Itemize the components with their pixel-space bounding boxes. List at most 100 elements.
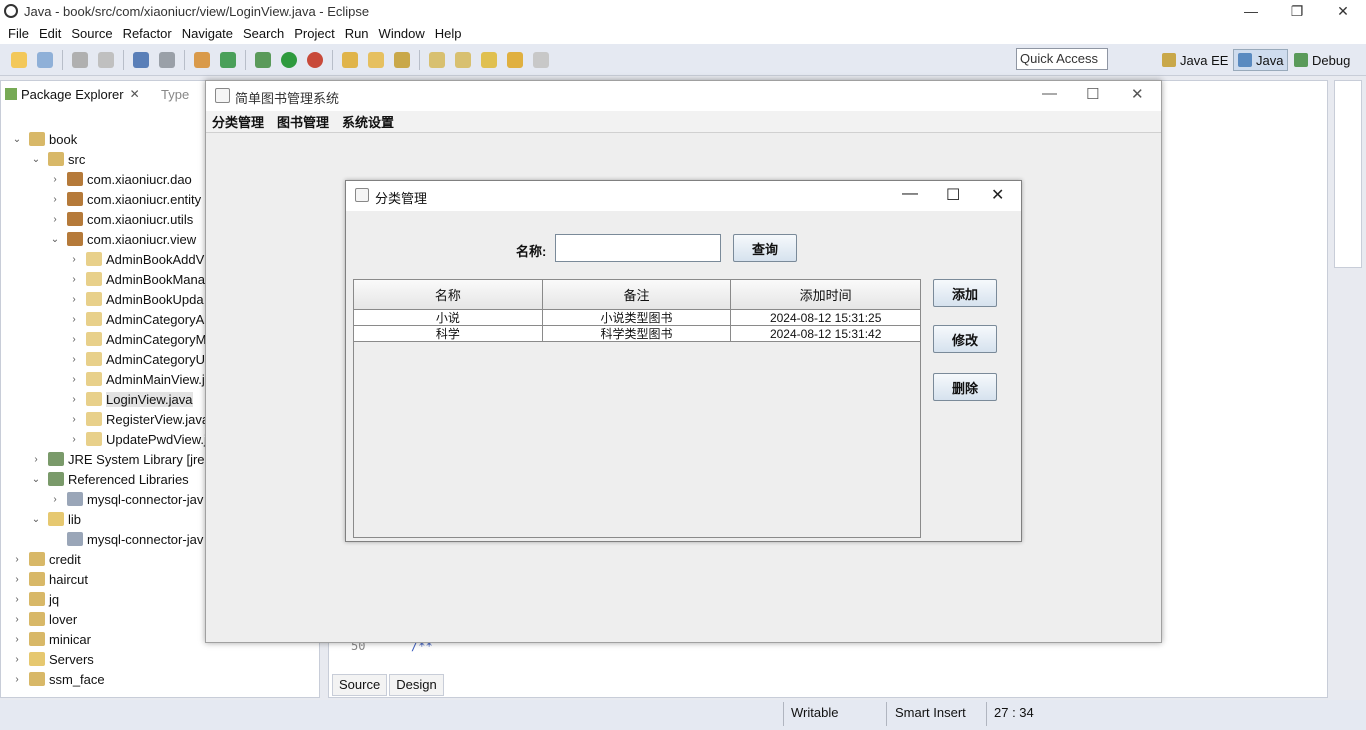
tree-item[interactable]: › AdminBookAddV [68,249,204,269]
tree-item[interactable]: › jq [11,589,59,609]
next-annotation-icon[interactable] [429,51,445,68]
external-tools-icon[interactable] [307,51,323,68]
chevron-right-icon[interactable]: › [49,174,61,185]
tree-item[interactable]: ⌄ src [30,149,86,169]
tree-item[interactable]: ⌄ lib [30,509,81,529]
menu-source[interactable]: Source [71,26,112,41]
skip-breakpoints-icon[interactable] [159,51,175,68]
chevron-right-icon[interactable]: › [11,574,23,585]
chevron-right-icon[interactable]: › [68,294,80,305]
menu-search[interactable]: Search [243,26,284,41]
column-header-remark[interactable]: 备注 [543,280,732,309]
chevron-right-icon[interactable]: › [11,674,23,685]
name-search-input[interactable] [555,234,721,262]
last-edit-icon[interactable] [481,51,497,68]
pen-icon[interactable] [394,51,410,68]
restore-icon[interactable]: ❐ [1274,0,1320,22]
close-icon[interactable]: ✕ [1320,0,1366,22]
previous-annotation-icon[interactable] [455,51,471,68]
chevron-right-icon[interactable]: › [68,414,80,425]
console-icon[interactable] [133,51,149,68]
chevron-right-icon[interactable]: › [68,254,80,265]
refresh-icon[interactable] [220,51,236,68]
open-task-icon[interactable] [342,51,358,68]
tree-item[interactable]: › com.xiaoniucr.utils [49,209,193,229]
forward-icon[interactable] [533,51,549,68]
save-all-icon[interactable] [98,51,114,68]
back-icon[interactable] [507,51,523,68]
tree-item[interactable]: › AdminBookMana [68,269,205,289]
column-header-name[interactable]: 名称 [354,280,543,309]
save-icon[interactable] [72,51,88,68]
run-icon[interactable] [281,51,297,68]
new-wizard-icon[interactable] [37,51,53,68]
menu-window[interactable]: Window [379,26,425,41]
menu-file[interactable]: File [8,26,29,41]
open-folder-icon[interactable] [368,51,384,68]
new-icon[interactable] [11,51,27,68]
menu-run[interactable]: Run [345,26,369,41]
tree-item[interactable]: › AdminCategoryA [68,309,204,329]
chevron-right-icon[interactable]: › [11,634,23,645]
chevron-right-icon[interactable]: › [68,354,80,365]
chevron-right-icon[interactable]: › [49,214,61,225]
maximize-icon[interactable]: ☐ [946,185,960,205]
minimize-icon[interactable]: — [902,185,918,203]
tree-item[interactable]: › com.xiaoniucr.entity [49,189,201,209]
menu-refactor[interactable]: Refactor [123,26,172,41]
minimize-icon[interactable]: — [1042,85,1057,102]
table-row[interactable]: 小说 小说类型图书 2024-08-12 15:31:25 [354,310,920,326]
column-header-added-time[interactable]: 添加时间 [731,280,920,309]
tab-design[interactable]: Design [389,674,444,696]
chevron-right-icon[interactable]: › [30,454,42,465]
menu-navigate[interactable]: Navigate [182,26,233,41]
tree-item[interactable]: › credit [11,549,80,569]
tree-item[interactable]: › UpdatePwdView.j [68,429,207,449]
tree-item[interactable]: ⌄ book [11,129,77,149]
chevron-right-icon[interactable]: › [49,494,61,505]
tree-item[interactable]: › minicar [11,629,91,649]
chevron-right-icon[interactable]: › [68,394,80,405]
chevron-right-icon[interactable]: › [68,274,80,285]
tree-item[interactable]: › lover [11,609,77,629]
add-button[interactable]: 添加 [933,279,997,307]
query-button[interactable]: 查询 [733,234,797,262]
menu-help[interactable]: Help [435,26,462,41]
open-type-icon[interactable] [194,51,210,68]
menu-edit[interactable]: Edit [39,26,61,41]
tree-item[interactable]: › AdminBookUpda [68,289,203,309]
tree-item[interactable]: › com.xiaoniucr.dao [49,169,191,189]
tree-item[interactable]: › mysql-connector-jav [49,489,203,509]
menu-category-management[interactable]: 分类管理 [212,112,264,131]
tree-item[interactable]: › Servers [11,649,93,669]
chevron-right-icon[interactable]: › [11,654,23,665]
debug-icon[interactable] [255,51,271,68]
tree-item[interactable]: › AdminCategoryM [68,329,206,349]
close-icon[interactable]: ✕ [991,185,1004,205]
chevron-right-icon[interactable]: › [11,594,23,605]
tree-item[interactable]: › LoginView.java [68,389,193,409]
tree-item[interactable]: ⌄ Referenced Libraries [30,469,189,489]
edit-button[interactable]: 修改 [933,325,997,353]
tab-type-hierarchy[interactable]: Type [161,83,189,105]
tree-item[interactable]: › haircut [11,569,88,589]
perspective-java-ee[interactable]: Java EE [1158,49,1232,71]
chevron-down-icon[interactable]: ⌄ [30,154,42,165]
tree-item[interactable]: › JRE System Library [jre1 [30,449,211,469]
chevron-right-icon[interactable]: › [11,614,23,625]
chevron-down-icon[interactable]: ⌄ [30,474,42,485]
maximize-icon[interactable]: ☐ [1086,85,1099,103]
menu-book-management[interactable]: 图书管理 [277,112,329,131]
close-icon[interactable]: ✕ [1131,85,1144,103]
tree-item[interactable]: ⌄ com.xiaoniucr.view [49,229,196,249]
delete-button[interactable]: 删除 [933,373,997,401]
tab-package-explorer[interactable]: Package Explorer ✕ [5,83,140,105]
perspective-java[interactable]: Java [1233,49,1289,71]
tree-item[interactable]: › RegisterView.java [68,409,209,429]
tree-item[interactable]: mysql-connector-jav [49,529,203,549]
close-icon[interactable]: ✕ [130,87,140,101]
chevron-down-icon[interactable]: ⌄ [30,514,42,525]
chevron-right-icon[interactable]: › [68,314,80,325]
menu-system-settings[interactable]: 系统设置 [342,112,394,131]
tree-item[interactable]: › AdminMainView.j [68,369,204,389]
